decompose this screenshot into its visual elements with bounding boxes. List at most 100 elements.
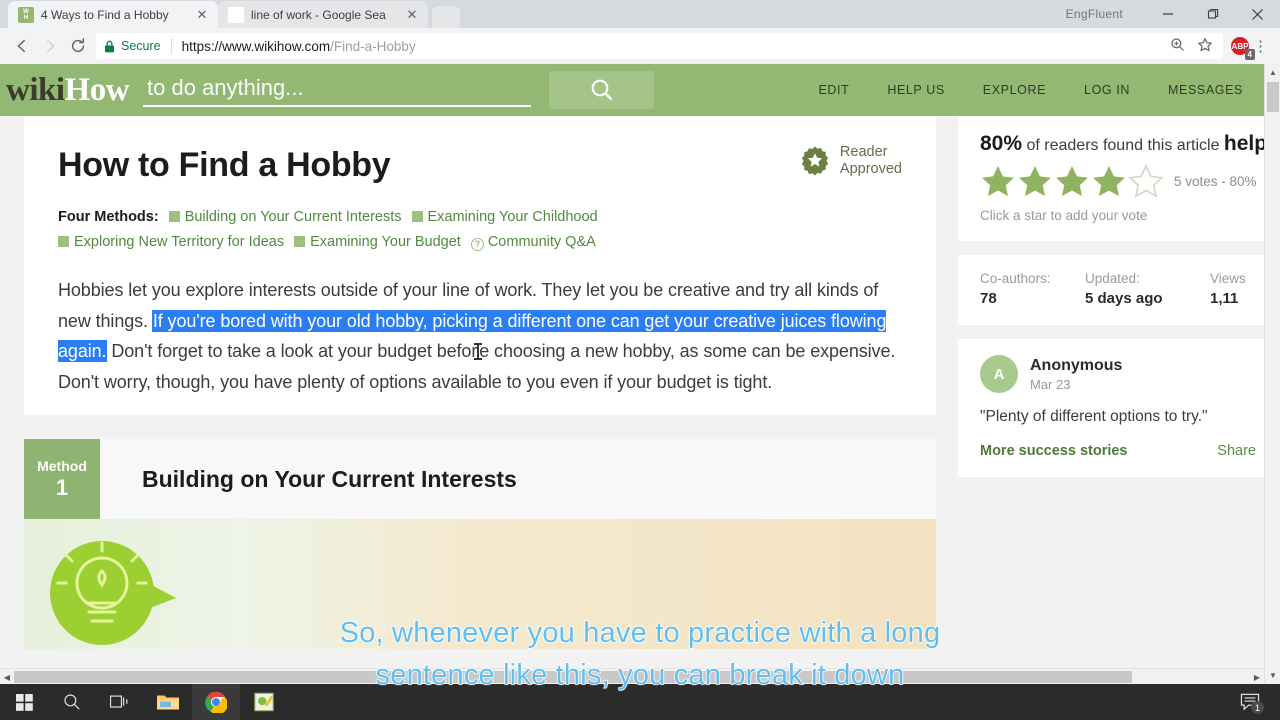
horizontal-scrollbar[interactable]: ◀ ▶: [0, 668, 1264, 684]
reader-approved-text: Reader Approved: [840, 144, 902, 178]
address-bar[interactable]: Secure https://www.wikihow.com/Find-a-Ho…: [96, 33, 1223, 59]
methods-label: Four Methods:: [58, 209, 159, 225]
stat-label: Views: [1210, 271, 1246, 286]
reload-icon[interactable]: [64, 32, 92, 60]
reader-approved-icon: [799, 145, 831, 177]
testimonial-author: Anonymous: [1030, 356, 1123, 374]
method-marker-square: [294, 236, 306, 247]
rating-text-bold: help: [1223, 132, 1268, 155]
notepad-app-icon[interactable]: [240, 684, 288, 720]
back-icon[interactable]: [8, 32, 36, 60]
intro-text-after-1: Don't forget to take a look at your budg…: [106, 341, 478, 361]
zoom-in-icon[interactable]: [1170, 37, 1185, 55]
page-viewport: wikiHow EDIT HELP US EXPLORE LOG IN MESS…: [0, 64, 1280, 684]
intro-paragraph: Hobbies let you explore interests outsid…: [58, 275, 902, 397]
reader-approved-line1: Reader: [839, 144, 888, 160]
horizontal-scroll-thumb[interactable]: [14, 671, 1132, 683]
scroll-down-icon[interactable]: ▼: [1265, 667, 1280, 684]
lock-icon: [104, 40, 115, 53]
close-window-icon[interactable]: [1235, 0, 1280, 28]
browser-tab-google[interactable]: G line of work - Google Sea ✕: [218, 1, 428, 28]
search-button[interactable]: [549, 71, 655, 109]
scroll-right-icon[interactable]: ▶: [1250, 669, 1264, 685]
rating-card: 80% of readers found this article help 5…: [958, 116, 1278, 241]
logo-part-how: How: [64, 71, 130, 108]
minimize-icon[interactable]: [1145, 0, 1190, 28]
method-illustration: [24, 519, 936, 649]
reader-approved-badge: Reader Approved: [799, 144, 902, 178]
vote-count: 5 votes - 80%: [1174, 173, 1257, 189]
star-rating[interactable]: 5 votes - 80%: [980, 164, 1257, 198]
adblock-plus-extension-icon[interactable]: ABP 4: [1231, 37, 1255, 60]
tab-title: 4 Ways to Find a Hobby: [41, 7, 169, 22]
chrome-taskbar-icon[interactable]: [192, 684, 240, 720]
forward-icon: [36, 32, 64, 60]
stat-label: Updated:: [1085, 271, 1140, 286]
rating-percent: 80%: [980, 132, 1023, 155]
close-icon[interactable]: ✕: [194, 7, 210, 23]
nav-item-edit[interactable]: EDIT: [799, 64, 868, 116]
window-profile-label: EngFluent: [1065, 7, 1123, 21]
reader-approved-line2: Approved: [839, 161, 902, 177]
more-success-stories-link[interactable]: More success stories: [980, 443, 1128, 459]
rating-headline: 80% of readers found this article help: [980, 132, 1267, 156]
star-filled-icon: [1093, 166, 1125, 197]
taskbar-search-icon[interactable]: [48, 684, 96, 720]
method-link-2[interactable]: Examining Your Childhood: [428, 209, 598, 225]
testimonial-links: More success stories Share: [980, 443, 1256, 459]
file-explorer-icon[interactable]: [144, 684, 192, 720]
search-input[interactable]: [143, 73, 532, 107]
method-link-3[interactable]: Exploring New Territory for Ideas: [74, 234, 284, 250]
stars-group[interactable]: [980, 164, 1164, 198]
scroll-up-icon[interactable]: ▲: [1265, 64, 1280, 81]
security-label: Secure: [121, 39, 161, 53]
star-filled-icon: [1019, 166, 1051, 197]
nav-item-help-us[interactable]: HELP US: [868, 64, 963, 116]
divider: [170, 38, 172, 54]
task-view-icon[interactable]: [96, 684, 144, 720]
vertical-scroll-thumb[interactable]: [1267, 82, 1279, 112]
page-title: How to Find a Hobby: [58, 146, 391, 184]
extension-badge-count: 4: [1244, 49, 1255, 60]
star-filled-icon: [982, 166, 1014, 197]
site-header: wikiHow EDIT HELP US EXPLORE LOG IN MESS…: [0, 64, 1280, 116]
sidebar: 80% of readers found this article help 5…: [958, 116, 1278, 649]
bookmark-star-icon[interactable]: [1197, 37, 1213, 56]
share-link[interactable]: Share: [1217, 443, 1256, 459]
method-badge-number: 1: [55, 474, 69, 500]
stats-card: Co-authors: 78 Updated: 5 days ago Views…: [958, 255, 1278, 325]
browser-tab-wikihow[interactable]: WH 4 Ways to Find a Hobby ✕: [8, 1, 218, 28]
google-favicon-icon: G: [228, 6, 244, 23]
nav-item-log-in[interactable]: LOG IN: [1065, 64, 1149, 116]
vertical-scrollbar[interactable]: ▲ ▼: [1264, 64, 1280, 684]
maximize-icon[interactable]: [1190, 0, 1235, 28]
new-tab-button[interactable]: [432, 6, 460, 28]
stat-coauthors: Co-authors: 78: [980, 271, 1085, 307]
article-card: How to Find a Hobby Reader Approved Four…: [24, 116, 936, 415]
stat-value: 1,11: [1210, 290, 1239, 307]
method-link-4[interactable]: Examining Your Budget: [310, 234, 461, 250]
start-button[interactable]: [0, 684, 48, 720]
text-cursor-icon: [474, 343, 483, 360]
nav-item-messages[interactable]: MESSAGES: [1149, 64, 1262, 116]
testimonial-date: Mar 23: [1030, 376, 1071, 392]
scroll-left-icon[interactable]: ◀: [0, 669, 14, 685]
site-search-wrapper: [143, 73, 532, 107]
window-controls: EngFluent: [1066, 0, 1280, 28]
stats-row: Co-authors: 78 Updated: 5 days ago Views…: [980, 271, 1256, 307]
method-section-header: Method 1 Building on Your Current Intere…: [24, 439, 936, 519]
lightbulb-idea-icon: [44, 533, 194, 649]
close-icon[interactable]: ✕: [404, 7, 420, 23]
url-text: https://www.wikihow.com/Find-a-Hobby: [182, 39, 416, 54]
windows-taskbar: 1: [0, 684, 1280, 720]
stat-label: Co-authors:: [980, 271, 1051, 286]
method-link-1[interactable]: Building on Your Current Interests: [185, 209, 402, 225]
nav-item-explore[interactable]: EXPLORE: [964, 64, 1065, 116]
url-path: /Find-a-Hobby: [330, 38, 416, 54]
method-link-community-qa[interactable]: Community Q&A: [488, 234, 596, 250]
avatar: A: [980, 355, 1018, 393]
notification-center-icon[interactable]: 1: [1230, 684, 1270, 720]
star-empty-icon: [1128, 164, 1164, 198]
wikihow-logo[interactable]: wikiHow: [6, 71, 130, 109]
omnibox-icons: [1170, 37, 1215, 56]
